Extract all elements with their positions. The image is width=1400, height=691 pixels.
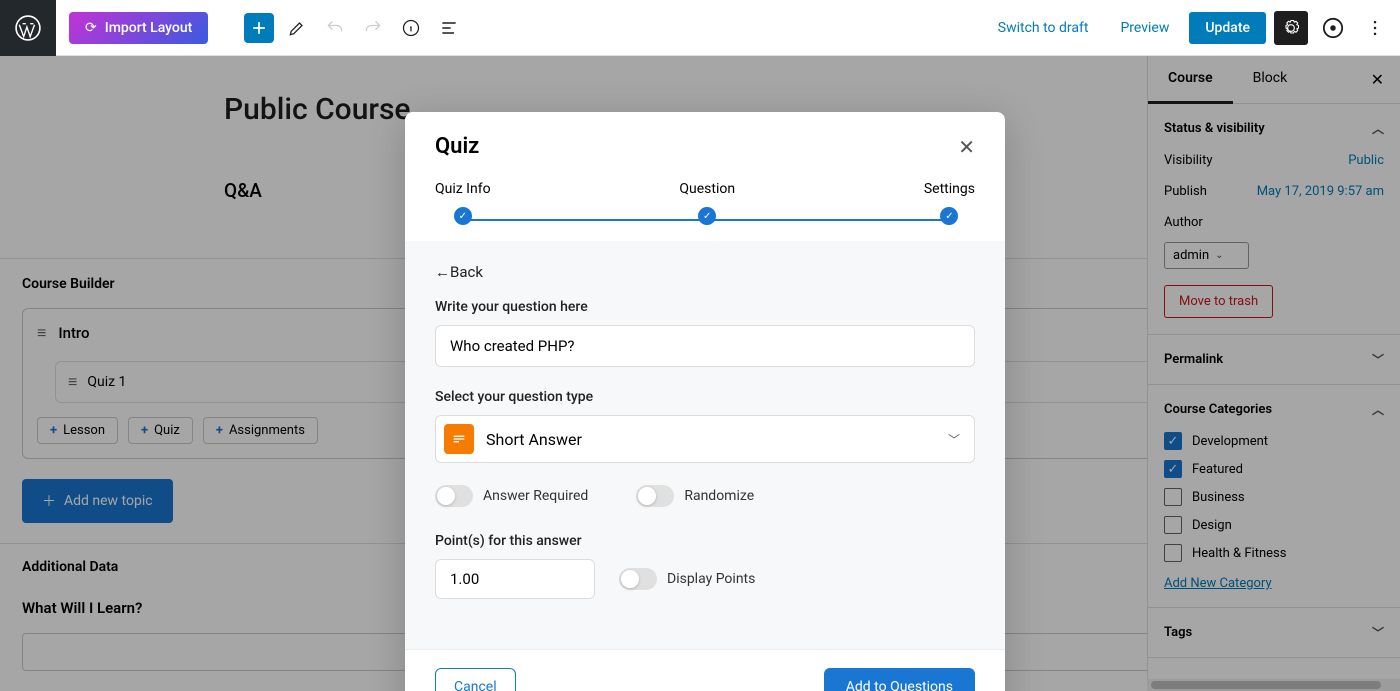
back-button[interactable]: ←Back: [435, 263, 975, 281]
question-type-select[interactable]: Short Answer ﹀: [435, 415, 975, 463]
settings-button[interactable]: [1274, 11, 1308, 45]
step-quiz-info[interactable]: Quiz Info✓: [435, 181, 491, 225]
redo-button[interactable]: [358, 13, 388, 43]
close-button[interactable]: ✕: [958, 135, 975, 159]
type-label: Select your question type: [435, 389, 975, 405]
display-points-toggle[interactable]: [619, 568, 657, 590]
refresh-icon: ⟳: [85, 20, 97, 36]
points-input[interactable]: [435, 559, 595, 599]
answer-required-toggle[interactable]: [435, 485, 473, 507]
quiz-modal: Quiz ✕ Quiz Info✓ Question✓ Settings✓ ←B…: [405, 112, 1005, 691]
add-to-questions-button[interactable]: Add to Questions: [824, 668, 975, 691]
short-answer-icon: [444, 424, 474, 454]
check-icon: ✓: [940, 207, 958, 225]
step-settings[interactable]: Settings✓: [924, 181, 975, 225]
undo-button[interactable]: [320, 13, 350, 43]
info-button[interactable]: [396, 13, 426, 43]
cancel-button[interactable]: Cancel: [435, 668, 516, 691]
points-label: Point(s) for this answer: [435, 533, 975, 549]
tutor-button[interactable]: [1316, 11, 1350, 45]
check-icon: ✓: [698, 207, 716, 225]
add-block-button[interactable]: [244, 13, 274, 43]
update-button[interactable]: Update: [1189, 12, 1266, 44]
step-question[interactable]: Question✓: [679, 181, 735, 225]
outline-button[interactable]: [434, 13, 464, 43]
import-label: Import Layout: [105, 20, 193, 36]
type-value: Short Answer: [486, 430, 582, 449]
import-layout-button[interactable]: ⟳ Import Layout: [69, 12, 208, 44]
randomize-toggle[interactable]: [636, 485, 674, 507]
question-label: Write your question here: [435, 299, 975, 315]
edit-mode-button[interactable]: [282, 13, 312, 43]
modal-title: Quiz: [435, 134, 479, 159]
question-input[interactable]: [435, 325, 975, 367]
check-icon: ✓: [454, 207, 472, 225]
switch-to-draft-button[interactable]: Switch to draft: [986, 12, 1101, 44]
wordpress-logo[interactable]: [0, 0, 56, 56]
chevron-down-icon: ﹀: [948, 431, 960, 448]
more-options-button[interactable]: [1358, 11, 1392, 45]
preview-button[interactable]: Preview: [1108, 12, 1181, 44]
